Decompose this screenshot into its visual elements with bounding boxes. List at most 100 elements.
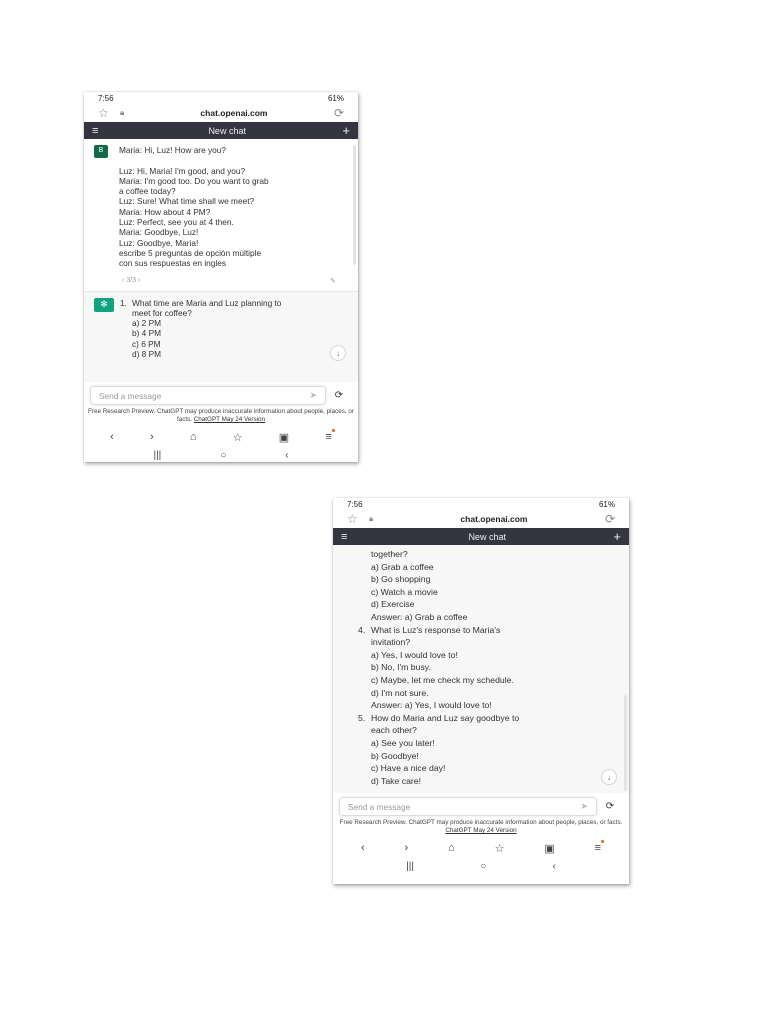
tabs-icon[interactable]: ▣ xyxy=(279,431,289,444)
answer-line: c) Maybe, let me check my schedule. xyxy=(371,674,514,685)
answer-line: b) No, I'm busy. xyxy=(371,662,431,673)
answer-line: b) Goodbye! xyxy=(371,750,419,761)
home-icon[interactable]: ⌂ xyxy=(448,842,455,854)
user-message-line: a coffee today? xyxy=(119,186,176,197)
user-avatar: B xyxy=(94,145,108,158)
bookmarks-icon[interactable]: ☆ xyxy=(233,431,243,444)
chat-header: ≡ New chat + xyxy=(333,528,629,545)
send-icon[interactable]: ➤ xyxy=(580,801,588,812)
status-time: 7:56 xyxy=(98,93,114,103)
hamburger-menu-icon[interactable]: ≡ xyxy=(341,531,361,543)
browser-nav-bar: ‹ › ⌂ ☆ ▣ ≡ xyxy=(333,838,629,858)
new-chat-plus-icon[interactable]: + xyxy=(342,123,350,138)
system-back-icon[interactable]: ‹ xyxy=(285,450,288,461)
battery-percent: 61% xyxy=(327,93,344,103)
lock-icon: 🔒︎ xyxy=(120,108,125,117)
recent-apps-icon[interactable]: ||| xyxy=(406,861,414,872)
chatgpt-logo-icon: ✻ xyxy=(94,297,114,312)
new-chat-plus-icon[interactable]: + xyxy=(613,529,621,544)
system-nav-bar: ||| ○ ‹ xyxy=(84,447,358,462)
phone-screenshot-2: 7:56 61% ☆ 🔒︎ chat.openai.com ⟳ ≡ New ch… xyxy=(333,498,629,884)
answer-option: c) 6 PM xyxy=(132,338,161,349)
answer-line: Answer: a) Grab a coffee xyxy=(371,611,468,622)
conversation[interactable]: together? a) Grab a coffee b) Go shopping c… xyxy=(333,545,629,793)
answer-line: each other? xyxy=(371,725,417,736)
pager-text[interactable]: ‹ 3/3 › xyxy=(122,277,140,284)
browser-address-bar[interactable]: ☆ 🔒︎ chat.openai.com ⟳ xyxy=(84,104,358,122)
phone-screenshot-1: 7:56 61% ☆ 🔒︎ chat.openai.com ⟳ ≡ New ch… xyxy=(84,92,358,462)
url-text[interactable]: chat.openai.com xyxy=(383,514,605,524)
question-number: 1. xyxy=(120,297,127,308)
answer-line: d) I'm not sure. xyxy=(371,687,429,698)
question-line: 4. What is Luz's response to Maria's xyxy=(358,624,621,637)
assistant-message: ✻ 1. What time are Maria and Luz planning… xyxy=(84,290,358,382)
scrollbar[interactable] xyxy=(353,145,356,265)
user-message-line: Maria: I'm good too. Do you want to grab xyxy=(119,175,269,186)
user-message-line: Luz: Perfect, see you at 4 then. xyxy=(119,217,234,228)
forward-icon[interactable]: › xyxy=(150,431,154,443)
bookmark-star-icon[interactable]: ☆ xyxy=(347,512,369,526)
system-home-icon[interactable]: ○ xyxy=(220,450,226,461)
bookmarks-icon[interactable]: ☆ xyxy=(495,842,505,855)
user-message-line: Maria: Hi, Luz! How are you? xyxy=(119,145,226,155)
system-back-icon[interactable]: ‹ xyxy=(553,861,556,872)
answer-line: b) Go shopping xyxy=(371,574,431,585)
chat-title: New chat xyxy=(208,125,246,136)
reload-icon[interactable]: ⟳ xyxy=(605,512,615,526)
question-number: 5. xyxy=(358,712,366,723)
edit-icon[interactable]: ✎ xyxy=(330,277,336,285)
user-message-line: Luz: Hi, Maria! I'm good, and you? xyxy=(119,165,246,176)
browser-menu-icon[interactable]: ≡ xyxy=(325,429,335,443)
scroll-down-icon[interactable]: ↓ xyxy=(330,345,346,361)
back-icon[interactable]: ‹ xyxy=(361,842,365,854)
status-bar: 7:56 61% xyxy=(333,498,629,510)
tabs-icon[interactable]: ▣ xyxy=(544,842,554,855)
user-message-line xyxy=(119,155,269,165)
regenerate-icon[interactable]: ⟳ xyxy=(326,390,352,401)
answer-line: c) Have a nice day! xyxy=(371,763,446,774)
message-input[interactable]: Send a message ➤ xyxy=(90,386,326,405)
assistant-message-text: together? a) Grab a coffee b) Go shopping c… xyxy=(333,545,629,787)
chat-title: New chat xyxy=(468,531,506,542)
system-nav-bar: ||| ○ ‹ xyxy=(333,858,629,874)
reload-icon[interactable]: ⟳ xyxy=(334,106,344,120)
question-line: 5. How do Maria and Luz say goodbye to xyxy=(358,712,621,725)
answer-line: invitation? xyxy=(371,637,411,648)
recent-apps-icon[interactable]: ||| xyxy=(153,450,161,461)
answer-option: b) 4 PM xyxy=(132,328,162,339)
conversation[interactable]: B Maria: Hi, Luz! How are you? Luz: Hi, … xyxy=(84,139,358,382)
back-icon[interactable]: ‹ xyxy=(110,431,114,443)
regenerate-icon[interactable]: ⟳ xyxy=(597,801,623,812)
browser-nav-bar: ‹ › ⌂ ☆ ▣ ≡ xyxy=(84,427,358,447)
system-home-icon[interactable]: ○ xyxy=(480,861,486,872)
hamburger-menu-icon[interactable]: ≡ xyxy=(92,125,112,137)
version-link[interactable]: ChatGPT May 24 Version xyxy=(194,416,265,423)
user-message-line: Maria: Goodbye, Luz! xyxy=(119,227,199,238)
status-time: 7:56 xyxy=(347,499,363,509)
user-message-line: escribe 5 preguntas de opción múltiple xyxy=(119,247,262,258)
send-icon[interactable]: ➤ xyxy=(309,390,317,401)
question-number: 4. xyxy=(358,624,366,635)
browser-address-bar[interactable]: ☆ 🔒︎ chat.openai.com ⟳ xyxy=(333,510,629,528)
browser-menu-icon[interactable]: ≡ xyxy=(595,840,605,854)
user-message: B Maria: Hi, Luz! How are you? Luz: Hi, … xyxy=(84,139,358,273)
scrollbar[interactable] xyxy=(624,695,627,791)
url-text[interactable]: chat.openai.com xyxy=(134,108,334,118)
answer-line: Answer: a) Yes, I would love to! xyxy=(371,700,492,711)
bookmark-star-icon[interactable]: ☆ xyxy=(98,106,120,120)
answer-line: d) Exercise xyxy=(371,599,415,610)
user-message-line: Maria: How about 4 PM? xyxy=(119,206,211,217)
question-line: What time are Maria and Luz planning to xyxy=(132,297,282,308)
message-placeholder: Send a message xyxy=(348,801,411,812)
message-pager: ‹ 3/3 › ✎ xyxy=(84,273,358,291)
forward-icon[interactable]: › xyxy=(404,842,408,854)
answer-option: d) 8 PM xyxy=(132,349,162,360)
composer-row: Send a message ➤ ⟳ xyxy=(333,797,629,816)
scroll-down-icon[interactable]: ↓ xyxy=(601,769,617,785)
message-input[interactable]: Send a message ➤ xyxy=(339,797,597,816)
answer-line: a) See you later! xyxy=(371,737,435,748)
home-icon[interactable]: ⌂ xyxy=(190,431,197,443)
version-link[interactable]: ChatGPT May 24 Version xyxy=(445,827,516,834)
question-line: meet for coffee? xyxy=(132,307,192,318)
battery-percent: 61% xyxy=(598,499,615,509)
